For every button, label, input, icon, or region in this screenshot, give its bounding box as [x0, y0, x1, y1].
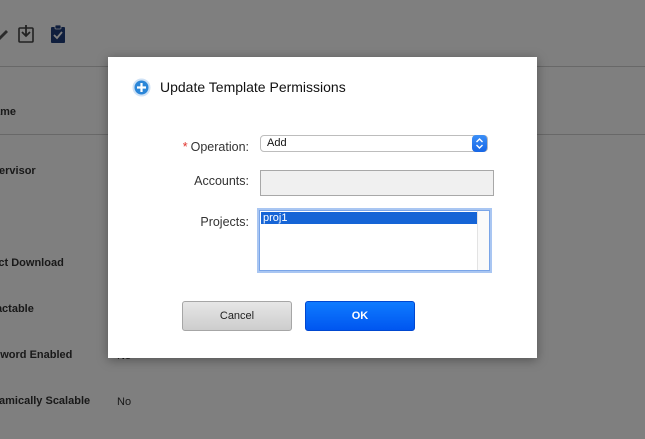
cancel-button[interactable]: Cancel — [182, 301, 292, 331]
operation-select[interactable]: Add — [260, 135, 488, 152]
select-arrows-icon — [472, 135, 487, 152]
listbox-scrollbar[interactable] — [477, 211, 489, 270]
update-template-permissions-dialog: Update Template Permissions * Operation: … — [108, 57, 537, 358]
projects-label: Projects: — [200, 215, 249, 229]
accounts-input[interactable] — [260, 170, 494, 196]
operation-select-value: Add — [267, 137, 287, 149]
plus-circle-icon — [132, 78, 151, 97]
dialog-title: Update Template Permissions — [160, 79, 346, 95]
accounts-label: Accounts: — [194, 174, 249, 188]
projects-listbox[interactable]: proj1 — [259, 210, 490, 271]
list-item[interactable]: proj1 — [261, 212, 477, 224]
ok-button[interactable]: OK — [305, 301, 415, 331]
operation-label: * Operation: — [182, 140, 249, 154]
required-marker: * — [182, 140, 188, 154]
